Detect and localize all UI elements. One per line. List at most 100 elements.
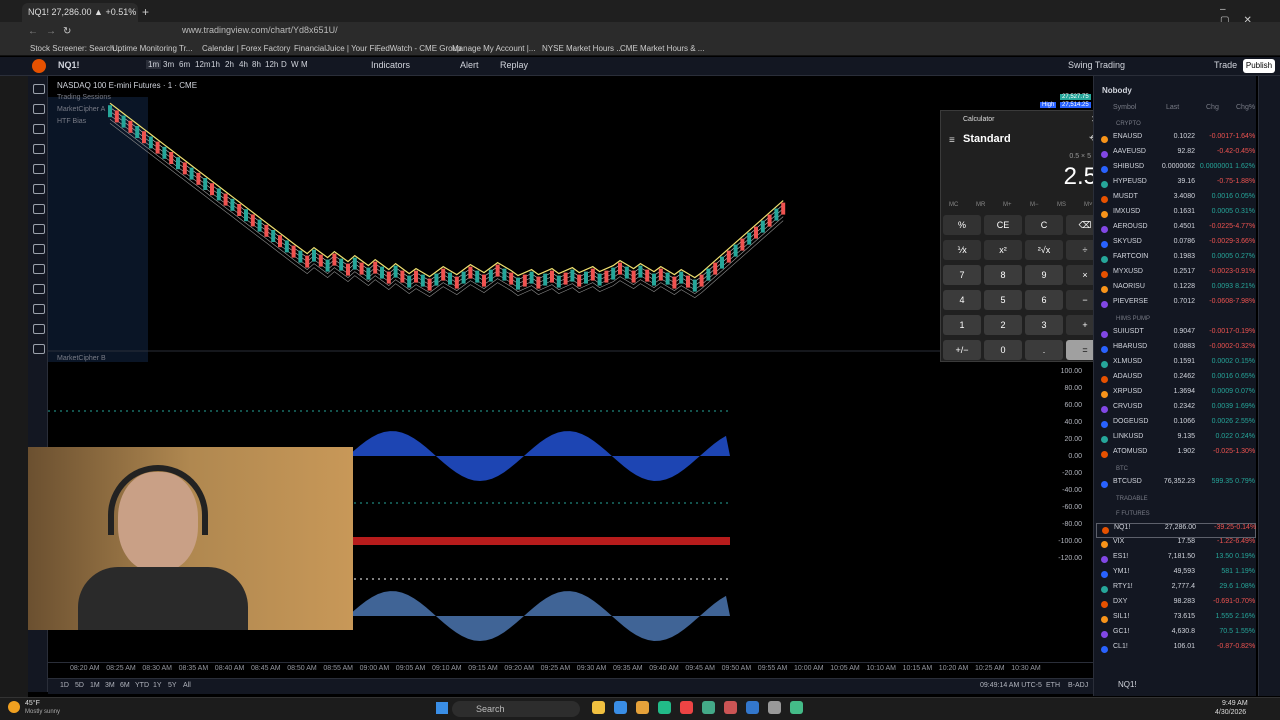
calc-key[interactable]: C bbox=[1025, 215, 1063, 235]
range-1D[interactable]: 1D bbox=[60, 682, 69, 689]
publish-button[interactable]: Publish bbox=[1243, 59, 1275, 73]
calc-key[interactable]: +/− bbox=[943, 340, 981, 360]
memory-key[interactable]: MC bbox=[949, 202, 958, 208]
watchlist-row[interactable]: HYPEUSD 39.16 -0.75 -1.88% bbox=[1096, 178, 1256, 193]
taskbar-app-icon[interactable] bbox=[702, 701, 715, 714]
bookmark-item[interactable]: Calendar | Forex Factory bbox=[202, 44, 290, 53]
memory-key[interactable]: MS bbox=[1057, 202, 1066, 208]
watchlist-row[interactable]: MYXUSD 0.2517 -0.0023 -0.91% bbox=[1096, 268, 1256, 283]
bookmark-item[interactable]: FedWatch - CME Group bbox=[376, 44, 462, 53]
menu-icon[interactable]: ≡ bbox=[949, 135, 955, 146]
taskbar-app-icon[interactable] bbox=[746, 701, 759, 714]
taskbar-app-icon[interactable] bbox=[724, 701, 737, 714]
calc-key[interactable]: . bbox=[1025, 340, 1063, 360]
browser-tab[interactable]: NQ1! 27,286.00 ▲ +0.51% Swin bbox=[22, 3, 138, 22]
watchlist-row[interactable]: HBARUSD 0.0883 -0.0002 -0.32% bbox=[1096, 343, 1256, 358]
calc-key[interactable]: 7 bbox=[943, 265, 981, 285]
watchlist-row[interactable]: RTY1! 2,777.4 29.6 1.08% bbox=[1096, 583, 1256, 598]
new-tab-button[interactable]: + bbox=[142, 5, 149, 19]
calc-key[interactable]: % bbox=[943, 215, 981, 235]
watchlist-row[interactable]: AAVEUSD 92.82 -0.42 -0.45% bbox=[1096, 148, 1256, 163]
interval-3m[interactable]: 3m bbox=[163, 60, 174, 69]
bookmark-item[interactable]: Uptime Monitoring Tr... bbox=[112, 44, 192, 53]
calc-key[interactable]: CE bbox=[984, 215, 1022, 235]
adjustment-toggle[interactable]: B-ADJ bbox=[1068, 682, 1088, 689]
watchlist-row[interactable]: YM1! 49,593 581 1.19% bbox=[1096, 568, 1256, 583]
calc-key[interactable]: x² bbox=[984, 240, 1022, 260]
watchlist-row[interactable]: SKYUSD 0.0786 -0.0029 -3.66% bbox=[1096, 238, 1256, 253]
drawing-tool-icon[interactable] bbox=[33, 244, 45, 254]
watchlist-footer-symbol[interactable]: NQ1! bbox=[1118, 680, 1137, 689]
taskbar-app-icon[interactable] bbox=[592, 701, 605, 714]
interval-M[interactable]: M bbox=[301, 60, 308, 69]
bookmark-item[interactable]: Stock Screener: Search... bbox=[30, 44, 121, 53]
watchlist-row[interactable]: NQ1! 27,286.00 -39.25 -0.14% bbox=[1096, 523, 1256, 538]
calc-key[interactable]: ²√x bbox=[1025, 240, 1063, 260]
taskbar-app-icon[interactable] bbox=[790, 701, 803, 714]
memory-key[interactable]: MR bbox=[976, 202, 985, 208]
trade-button[interactable]: Trade bbox=[1214, 60, 1237, 70]
interval-1m[interactable]: 1m bbox=[146, 60, 162, 69]
replay-button[interactable]: Replay bbox=[500, 60, 528, 70]
watchlist-row[interactable]: GC1! 4,630.8 70.5 1.55% bbox=[1096, 628, 1256, 643]
watchlist-row[interactable]: BTCUSD 76,352.23 599.35 0.79% bbox=[1096, 478, 1256, 493]
bookmark-item[interactable]: CME Market Hours & ... bbox=[620, 44, 704, 53]
drawing-tool-icon[interactable] bbox=[33, 304, 45, 314]
interval-4h[interactable]: 4h bbox=[239, 60, 248, 69]
taskbar-search[interactable]: Search bbox=[452, 701, 580, 717]
watchlist-row[interactable]: AEROUSD 0.4501 -0.0225 -4.77% bbox=[1096, 223, 1256, 238]
drawing-tool-icon[interactable] bbox=[33, 204, 45, 214]
drawing-tool-icon[interactable] bbox=[33, 164, 45, 174]
alert-button[interactable]: Alert bbox=[460, 60, 479, 70]
drawing-tool-icon[interactable] bbox=[33, 84, 45, 94]
taskbar-app-icon[interactable] bbox=[680, 701, 693, 714]
taskbar-app-icon[interactable] bbox=[636, 701, 649, 714]
interval-12m[interactable]: 12m bbox=[195, 60, 211, 69]
memory-key[interactable]: M˅ bbox=[1084, 202, 1093, 208]
bookmark-item[interactable]: Manage My Account |... bbox=[452, 44, 535, 53]
taskbar-app-icon[interactable] bbox=[768, 701, 781, 714]
start-icon[interactable] bbox=[436, 702, 448, 714]
watchlist-row[interactable]: ES1! 7,181.50 13.50 0.19% bbox=[1096, 553, 1256, 568]
watchlist-row[interactable]: DXY 98.283 -0.691 -0.70% bbox=[1096, 598, 1256, 613]
calculator-window[interactable]: Calculator ✕ ≡ Standard ⟲ 0.5 × 5 = 2.5 … bbox=[940, 110, 1106, 362]
interval-12h[interactable]: 12h bbox=[265, 60, 278, 69]
drawing-tool-icon[interactable] bbox=[33, 124, 45, 134]
watchlist-section-title[interactable]: F FUTURES bbox=[1116, 511, 1150, 517]
drawing-tool-icon[interactable] bbox=[33, 344, 45, 354]
watchlist-row[interactable]: ADAUSD 0.2462 0.0016 0.65% bbox=[1096, 373, 1256, 388]
interval-2h[interactable]: 2h bbox=[225, 60, 234, 69]
watchlist-section-title[interactable]: TRADABLE bbox=[1116, 496, 1148, 502]
reload-icon[interactable]: ↻ bbox=[63, 26, 71, 37]
range-1Y[interactable]: 1Y bbox=[153, 682, 162, 689]
interval-1h[interactable]: 1h bbox=[211, 60, 220, 69]
watchlist-row[interactable]: PIEVERSE 0.7012 -0.0608 -7.98% bbox=[1096, 298, 1256, 313]
calc-key[interactable]: 8 bbox=[984, 265, 1022, 285]
taskbar-app-icon[interactable] bbox=[658, 701, 671, 714]
user-avatar[interactable] bbox=[32, 59, 46, 73]
range-All[interactable]: All bbox=[183, 682, 191, 689]
range-YTD[interactable]: YTD bbox=[135, 682, 149, 689]
url-field[interactable]: www.tradingview.com/chart/Yd8x651U/ bbox=[176, 25, 1056, 39]
drawing-tool-icon[interactable] bbox=[33, 284, 45, 294]
drawing-tool-icon[interactable] bbox=[33, 184, 45, 194]
interval-W[interactable]: W bbox=[291, 60, 299, 69]
range-6M[interactable]: 6M bbox=[120, 682, 130, 689]
bookmark-item[interactable]: FinancialJuice | Your Fi... bbox=[294, 44, 383, 53]
forward-icon[interactable]: → bbox=[46, 26, 56, 37]
session-toggle[interactable]: ETH bbox=[1046, 682, 1060, 689]
watchlist-row[interactable]: CL1! 106.01 -0.87 -0.82% bbox=[1096, 643, 1256, 658]
memory-key[interactable]: M+ bbox=[1003, 202, 1012, 208]
watchlist-row[interactable]: FARTCOIN 0.1983 0.0005 0.27% bbox=[1096, 253, 1256, 268]
drawing-tool-icon[interactable] bbox=[33, 264, 45, 274]
drawing-tool-icon[interactable] bbox=[33, 224, 45, 234]
memory-key[interactable]: M− bbox=[1030, 202, 1039, 208]
watchlist-row[interactable]: CRVUSD 0.2342 0.0039 1.69% bbox=[1096, 403, 1256, 418]
interval-8h[interactable]: 8h bbox=[252, 60, 261, 69]
calc-key[interactable]: 6 bbox=[1025, 290, 1063, 310]
symbol-search[interactable]: NQ1! bbox=[58, 60, 80, 70]
calc-key[interactable]: 3 bbox=[1025, 315, 1063, 335]
calc-key[interactable]: 5 bbox=[984, 290, 1022, 310]
calc-key[interactable]: 1 bbox=[943, 315, 981, 335]
drawing-tool-icon[interactable] bbox=[33, 104, 45, 114]
